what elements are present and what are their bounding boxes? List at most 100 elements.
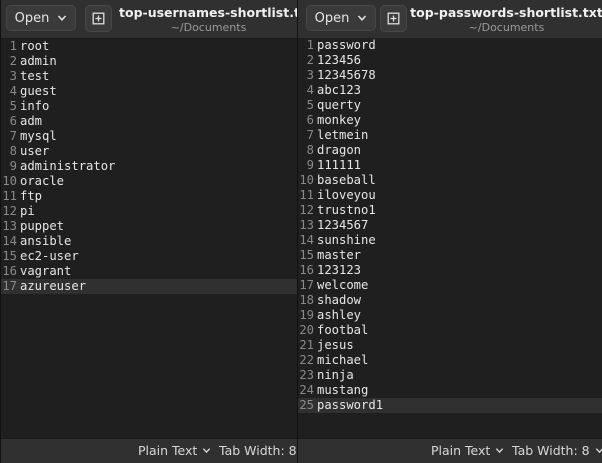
line-text[interactable]: admin [20,54,298,69]
line-number: 9 [9,159,17,173]
text-line[interactable]: 21 jesus [298,338,602,353]
new-document-button[interactable] [380,5,407,32]
syntax-selector[interactable]: Plain Text [138,443,211,458]
text-line[interactable]: 14 sunshine [298,233,602,248]
line-text[interactable]: test [20,69,298,84]
text-line[interactable]: 13 puppet [1,219,298,234]
text-line[interactable]: 15 master [298,248,602,263]
line-text[interactable]: 123456 [317,53,602,68]
line-text[interactable]: michael [317,353,602,368]
line-text[interactable]: ashley [317,308,602,323]
text-line[interactable]: 8 user [1,144,298,159]
line-text[interactable]: abc123 [317,83,602,98]
text-line[interactable]: 8 dragon [298,143,602,158]
line-text[interactable]: monkey [317,113,602,128]
line-text[interactable]: ninja [317,368,602,383]
line-text[interactable]: puppet [20,219,298,234]
text-line[interactable]: 16 123123 [298,263,602,278]
line-text[interactable]: azureuser [20,279,298,294]
line-text[interactable]: dragon [317,143,602,158]
line-text[interactable]: querty [317,98,602,113]
text-line[interactable]: 5 querty [298,98,602,113]
line-text[interactable]: guest [20,84,298,99]
line-text[interactable]: 123123 [317,263,602,278]
editor-window-passwords: Open top-passwords-shortlist.txt ~/Docum… [297,0,602,463]
line-text[interactable]: info [20,99,298,114]
text-line[interactable]: 20 footbal [298,323,602,338]
text-line[interactable]: 24 mustang [298,383,602,398]
text-line[interactable]: 9 111111 [298,158,602,173]
text-line[interactable]: 1 password [298,38,602,53]
tab-width-selector[interactable]: Tab Width: 8 [219,443,298,458]
text-line[interactable]: 4 abc123 [298,83,602,98]
text-line[interactable]: 7 mysql [1,129,298,144]
text-line[interactable]: 19 ashley [298,308,602,323]
new-document-button[interactable] [85,5,112,32]
line-text[interactable]: password [317,38,602,53]
text-line[interactable]: 12 pi [1,204,298,219]
text-line[interactable]: 10 baseball [298,173,602,188]
line-text[interactable]: letmein [317,128,602,143]
text-line[interactable]: 1 root [1,39,298,54]
text-line[interactable]: 2 admin [1,54,298,69]
line-text[interactable]: iloveyou [317,188,602,203]
line-text[interactable]: password1 [317,398,602,413]
open-button[interactable]: Open [306,5,376,31]
chevron-down-icon [496,448,504,454]
line-number: 7 [9,129,17,143]
line-text[interactable]: mustang [317,383,602,398]
text-line[interactable]: 13 1234567 [298,218,602,233]
line-text[interactable]: welcome [317,278,602,293]
text-line[interactable]: 15 ec2-user [1,249,298,264]
text-line[interactable]: 5 info [1,99,298,114]
text-line[interactable]: 17 azureuser [1,279,298,294]
line-text[interactable]: 1234567 [317,218,602,233]
text-line[interactable]: 25 password1 [298,398,602,413]
line-text[interactable]: root [20,39,298,54]
text-line[interactable]: 17 welcome [298,278,602,293]
text-line[interactable]: 2 123456 [298,53,602,68]
text-line[interactable]: 11 iloveyou [298,188,602,203]
line-text[interactable]: baseball [317,173,602,188]
text-line[interactable]: 23 ninja [298,368,602,383]
open-button[interactable]: Open [6,5,76,31]
line-text[interactable]: pi [20,204,298,219]
text-editor[interactable]: 1 password 2 123456 3 12345678 4 abc123 5 querty 6… [298,38,602,439]
line-text[interactable]: ansible [20,234,298,249]
line-text[interactable]: trustno1 [317,203,602,218]
tab-width-selector[interactable]: Tab Width: 8 [512,443,602,458]
line-text[interactable]: vagrant [20,264,298,279]
text-line[interactable]: 3 test [1,69,298,84]
line-text[interactable]: user [20,144,298,159]
syntax-selector[interactable]: Plain Text [431,443,504,458]
text-editor[interactable]: 1 root 2 admin 3 test 4 guest 5 info 6 adm 7 mysql 8 us… [1,39,298,439]
text-line[interactable]: 14 ansible [1,234,298,249]
line-text[interactable]: sunshine [317,233,602,248]
line-text[interactable]: adm [20,114,298,129]
text-line[interactable]: 22 michael [298,353,602,368]
text-line[interactable]: 4 guest [1,84,298,99]
line-text[interactable]: master [317,248,602,263]
text-line[interactable]: 16 vagrant [1,264,298,279]
text-line[interactable]: 11 ftp [1,189,298,204]
line-text[interactable]: administrator [20,159,298,174]
line-text[interactable]: oracle [20,174,298,189]
text-line[interactable]: 10 oracle [1,174,298,189]
status-bar: Plain Text Tab Width: 8 [1,438,298,463]
text-line[interactable]: 7 letmein [298,128,602,143]
line-text[interactable]: shadow [317,293,602,308]
text-line[interactable]: 12 trustno1 [298,203,602,218]
header-bar: Open top-usernames-shortlist.txt ~/Docum… [1,0,298,39]
line-text[interactable]: footbal [317,323,602,338]
line-text[interactable]: ftp [20,189,298,204]
line-text[interactable]: jesus [317,338,602,353]
line-text[interactable]: 111111 [317,158,602,173]
line-text[interactable]: 12345678 [317,68,602,83]
text-line[interactable]: 3 12345678 [298,68,602,83]
text-line[interactable]: 6 adm [1,114,298,129]
text-line[interactable]: 6 monkey [298,113,602,128]
text-line[interactable]: 9 administrator [1,159,298,174]
line-text[interactable]: mysql [20,129,298,144]
text-line[interactable]: 18 shadow [298,293,602,308]
line-text[interactable]: ec2-user [20,249,298,264]
